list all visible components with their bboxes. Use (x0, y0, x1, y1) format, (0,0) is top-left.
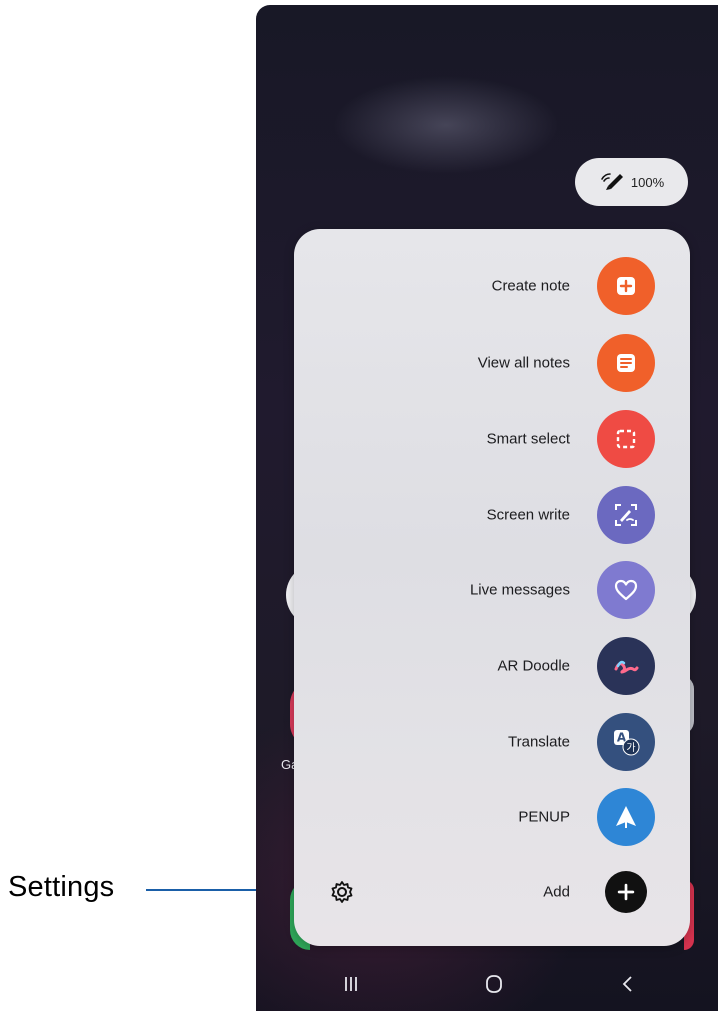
menu-item-label: Live messages (469, 581, 570, 599)
menu-item-view-all-notes[interactable]: View all notes (294, 333, 690, 393)
menu-item-label: Translate (508, 733, 570, 751)
menu-item-live-messages[interactable]: Live messages (294, 560, 690, 620)
back-icon[interactable] (616, 972, 640, 996)
menu-item-smart-select[interactable]: Smart select (294, 409, 690, 469)
menu-item-penup[interactable]: PENUP (294, 787, 690, 847)
menu-item-label: Screen write (486, 506, 570, 524)
add-label: Add (543, 883, 570, 901)
pen-battery-indicator: 100% (575, 158, 688, 206)
menu-item-translate[interactable]: Translate A 가 (294, 712, 690, 772)
translate-glyph-ko: 가 (626, 742, 635, 754)
screen-write-icon (597, 486, 655, 544)
s-pen-icon (599, 170, 627, 195)
home-icon[interactable] (482, 972, 506, 996)
add-shortcut-button[interactable]: Add (294, 862, 690, 922)
live-messages-icon (597, 561, 655, 619)
menu-item-label: View all notes (477, 354, 570, 372)
menu-item-label: AR Doodle (497, 657, 570, 675)
create-note-icon (597, 257, 655, 315)
menu-item-label: Smart select (486, 430, 570, 448)
recents-icon[interactable] (339, 972, 363, 996)
settings-callout-label: Settings (8, 871, 115, 903)
air-command-panel: Create note View all notes Smart select … (294, 229, 690, 946)
ar-doodle-icon (597, 637, 655, 695)
menu-item-create-note[interactable]: Create note (294, 256, 690, 316)
penup-icon (597, 788, 655, 846)
navigation-bar (256, 956, 718, 1011)
pen-battery-value: 100% (630, 174, 665, 190)
menu-item-ar-doodle[interactable]: AR Doodle (294, 636, 690, 696)
add-icon (605, 871, 647, 913)
menu-item-label: Create note (491, 277, 570, 295)
smart-select-icon (597, 410, 655, 468)
view-all-notes-icon (597, 334, 655, 392)
menu-item-screen-write[interactable]: Screen write (294, 485, 690, 545)
translate-icon: A 가 (597, 713, 655, 771)
menu-item-label: PENUP (518, 808, 570, 826)
